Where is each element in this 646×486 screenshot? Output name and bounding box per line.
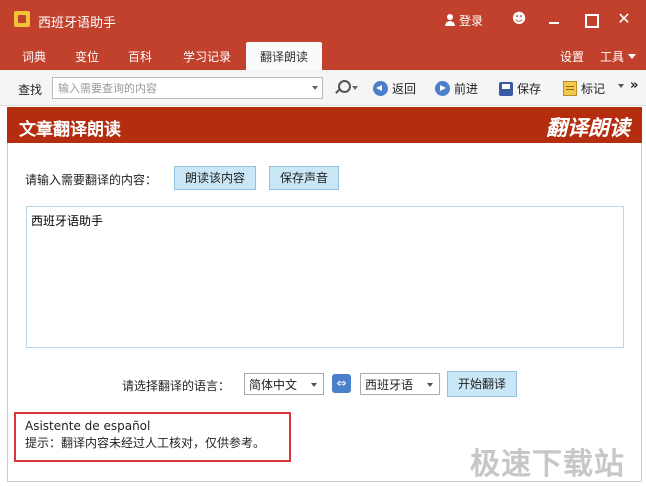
chevron-down-icon xyxy=(628,54,637,59)
watermark-text: 极速下载站 xyxy=(470,447,625,482)
search-input[interactable] xyxy=(53,78,303,98)
save-disk-icon xyxy=(499,82,513,96)
section-title: 文章翻译朗读 xyxy=(19,120,121,140)
search-options-icon[interactable] xyxy=(352,86,358,90)
person-icon xyxy=(444,14,456,26)
translation-output: Asistente de español xyxy=(25,419,151,433)
chevron-down-icon xyxy=(311,383,317,387)
tab-history[interactable]: 学习记录 xyxy=(183,48,231,65)
app-icon xyxy=(14,11,30,27)
input-prompt-label: 请输入需要翻译的内容： xyxy=(25,173,158,187)
source-text-area[interactable]: 西班牙语助手 xyxy=(26,206,624,348)
window-title: 西班牙语助手 xyxy=(38,16,117,31)
save-button[interactable]: 保存 xyxy=(499,80,541,97)
back-arrow-icon xyxy=(373,81,388,96)
target-language-value: 西班牙语 xyxy=(365,378,414,392)
tab-dictionary[interactable]: 词典 xyxy=(22,48,46,65)
title-bar: 西班牙语助手 登录 ☻ ✕ xyxy=(0,0,646,40)
tab-translate-read[interactable]: 翻译朗读 xyxy=(246,42,323,70)
forward-button[interactable]: 前进 xyxy=(435,80,478,97)
smile-icon[interactable]: ☻ xyxy=(510,10,528,28)
save-sound-button[interactable]: 保存声音 xyxy=(269,166,340,190)
tab-conjugation[interactable]: 变位 xyxy=(75,48,99,65)
back-button[interactable]: 返回 xyxy=(373,80,416,97)
login-label: 登录 xyxy=(459,14,484,28)
minimize-icon[interactable] xyxy=(545,10,563,28)
swap-languages-button[interactable]: ⇔ xyxy=(332,374,351,393)
source-language-value: 简体中文 xyxy=(249,378,298,392)
start-translate-button[interactable]: 开始翻译 xyxy=(447,371,518,397)
forward-label: 前进 xyxy=(454,82,479,96)
search-dropdown-icon[interactable] xyxy=(312,86,318,90)
mark-button[interactable]: 标记 xyxy=(563,80,605,97)
translation-disclaimer: 提示：翻译内容未经过人工核对，仅供参考。 xyxy=(25,436,266,450)
tools-menu[interactable]: 工具 xyxy=(600,48,637,65)
mark-label: 标记 xyxy=(581,82,606,96)
maximize-icon[interactable] xyxy=(581,10,599,28)
mark-dropdown-icon[interactable] xyxy=(618,84,624,88)
tab-bar: 词典 变位 百科 学习记录 翻译朗读 设置 工具 xyxy=(0,40,646,70)
back-label: 返回 xyxy=(392,82,417,96)
note-icon xyxy=(563,81,577,96)
section-header: 文章翻译朗读 翻译朗读 xyxy=(7,107,642,143)
search-label: 查找 xyxy=(18,83,43,97)
settings-menu[interactable]: 设置 xyxy=(560,48,584,65)
tab-encyclopedia[interactable]: 百科 xyxy=(128,48,152,65)
forward-arrow-icon xyxy=(435,81,450,96)
tools-label: 工具 xyxy=(600,50,625,64)
read-aloud-button[interactable]: 朗读该内容 xyxy=(174,166,257,190)
toolbar-overflow-button[interactable]: » xyxy=(630,78,638,93)
search-box[interactable] xyxy=(52,77,323,99)
target-language-select[interactable]: 西班牙语 xyxy=(360,373,440,395)
chevron-down-icon xyxy=(427,383,433,387)
language-prompt-label: 请选择翻译的语言： xyxy=(122,379,231,393)
translate-panel: 请输入需要翻译的内容： 朗读该内容 保存声音 西班牙语助手 请选择翻译的语言： … xyxy=(7,143,642,482)
search-icon[interactable] xyxy=(335,80,351,94)
save-label: 保存 xyxy=(517,82,542,96)
source-language-select[interactable]: 简体中文 xyxy=(244,373,324,395)
login-button[interactable]: 登录 xyxy=(444,12,483,29)
section-logo: 翻译朗读 xyxy=(546,116,630,140)
toolbar: 查找 返回 前进 保存 标记 » xyxy=(0,70,646,106)
close-icon[interactable]: ✕ xyxy=(615,10,633,28)
translation-result: Asistente de español 提示：翻译内容未经过人工核对，仅供参考… xyxy=(14,412,291,462)
